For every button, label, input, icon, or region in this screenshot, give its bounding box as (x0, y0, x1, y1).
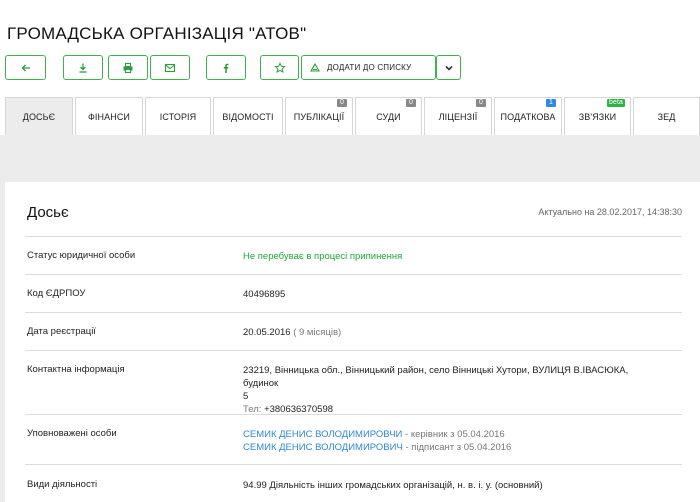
tab-connections[interactable]: ЗВ'ЯЗКИ beta (564, 97, 631, 135)
tabs-bar: ДОСЬЄ ФІНАНСИ ІСТОРІЯ ВІДОМОСТІ ПУБЛІКАЦ… (5, 97, 700, 135)
tab-label: СУДИ (376, 111, 401, 122)
row-edrpou: Код ЄДРПОУ 40496895 (25, 274, 682, 312)
beta-badge: beta (606, 99, 625, 107)
arrow-left-icon (21, 64, 30, 71)
row-label: Види діяльності (27, 479, 98, 490)
page-title: ГРОМАДСЬКА ОРГАНІЗАЦІЯ "АТОВ" (7, 24, 307, 43)
tab-label: ПОДАТКОВА (500, 111, 556, 122)
count-badge: 0 (406, 99, 416, 107)
back-button[interactable] (5, 55, 46, 80)
tab-dossier[interactable]: ДОСЬЄ (5, 97, 73, 135)
download-icon (79, 63, 87, 73)
status-value: Не перебуває в процесі припинення (243, 251, 403, 262)
count-badge: 1 (546, 99, 556, 107)
row-label: Контактна інформація (27, 364, 125, 375)
row-label: Статус юридичної особи (27, 250, 136, 261)
registration-date: 20.05.2016 (243, 327, 291, 338)
contact-value: 23219, Вінницька обл., Вінницький район,… (243, 364, 663, 416)
row-label: Дата реєстрації (27, 326, 96, 337)
tab-finances[interactable]: ФІНАНСИ (75, 97, 143, 135)
tab-label: ЛІЦЕНЗІЇ (438, 111, 478, 122)
tab-label: ВІДОМОСТІ (222, 111, 274, 122)
section-title: Досьє (27, 204, 69, 221)
row-activity: Види діяльності 94.99 Діяльність інших г… (25, 464, 682, 502)
dossier-card: Досьє Актуально на 28.02.2017, 14:38:30 … (5, 182, 700, 502)
address-line: 5 (243, 391, 249, 402)
registration-age: ( 9 місяців) (293, 327, 342, 338)
add-to-list-label: ДОДАТИ ДО СПИСКУ (327, 63, 412, 72)
tab-publications[interactable]: ПУБЛІКАЦІЇ 0 (285, 97, 353, 135)
mail-icon (164, 63, 176, 72)
row-status: Статус юридичної особи Не перебуває в пр… (25, 236, 682, 274)
person-link[interactable]: СЕМИК ДЕНИС ВОЛОДИМИРОВЧИ (243, 429, 402, 440)
registration-value: 20.05.2016 ( 9 місяців) (243, 326, 663, 339)
row-label: Уповноважені особи (27, 428, 117, 439)
tab-label: ЗВ'ЯЗКИ (578, 111, 617, 122)
star-icon (273, 61, 286, 73)
tab-label: ДОСЬЄ (22, 111, 56, 122)
print-button[interactable] (108, 55, 148, 80)
person-entry: СЕМИК ДЕНИС ВОЛОДИМИРОВИЧ - підписант з … (243, 441, 663, 454)
tab-label: ЗЕД (657, 111, 676, 122)
row-registration: Дата реєстрації 20.05.2016 ( 9 місяців) (25, 312, 682, 350)
favorite-button[interactable] (260, 55, 299, 80)
add-to-list-dropdown[interactable] (436, 55, 461, 80)
chevron-down-icon (444, 65, 453, 71)
count-badge: 0 (337, 99, 347, 107)
tab-label: ПУБЛІКАЦІЇ (293, 111, 345, 122)
tab-label: ФІНАНСИ (87, 111, 130, 122)
tab-statements[interactable]: ВІДОМОСТІ (213, 97, 283, 135)
person-entry: СЕМИК ДЕНИС ВОЛОДИМИРОВЧИ - керівник з 0… (243, 428, 663, 441)
person-role: - підписант з 05.04.2016 (402, 442, 512, 453)
download-button[interactable] (63, 55, 103, 80)
persons-value: СЕМИК ДЕНИС ВОЛОДИМИРОВЧИ - керівник з 0… (243, 428, 663, 454)
triangle-icon (310, 63, 320, 72)
email-button[interactable] (150, 55, 190, 80)
tab-foreign-trade[interactable]: ЗЕД (633, 97, 700, 135)
actual-date: Актуально на 28.02.2017, 14:38:30 (538, 207, 682, 217)
facebook-button[interactable] (206, 55, 246, 80)
tab-label: ІСТОРІЯ (159, 111, 197, 122)
facebook-icon (223, 63, 229, 73)
print-icon (123, 62, 133, 73)
activity-value: 94.99 Діяльність інших громадських орган… (243, 480, 543, 491)
tab-history[interactable]: ІСТОРІЯ (145, 97, 211, 135)
address-line: 23219, Вінницька обл., Вінницький район,… (243, 365, 629, 389)
person-role: - керівник з 05.04.2016 (402, 429, 505, 440)
tab-courts[interactable]: СУДИ 0 (355, 97, 422, 135)
row-persons: Уповноважені особи СЕМИК ДЕНИС ВОЛОДИМИР… (25, 414, 682, 464)
tab-licenses[interactable]: ЛІЦЕНЗІЇ 0 (424, 97, 492, 135)
row-label: Код ЄДРПОУ (27, 288, 86, 299)
row-contact: Контактна інформація 23219, Вінницька об… (25, 350, 682, 416)
edrpou-value: 40496895 (243, 289, 286, 300)
add-to-list-button[interactable]: ДОДАТИ ДО СПИСКУ (301, 55, 436, 80)
person-link[interactable]: СЕМИК ДЕНИС ВОЛОДИМИРОВИЧ (243, 442, 403, 453)
count-badge: 0 (476, 99, 486, 107)
tab-tax[interactable]: ПОДАТКОВА 1 (494, 97, 562, 135)
